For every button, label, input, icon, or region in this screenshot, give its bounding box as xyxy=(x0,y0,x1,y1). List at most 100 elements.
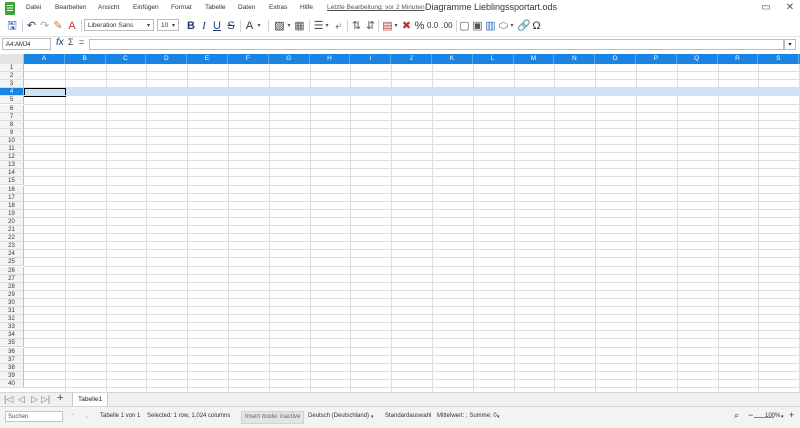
language-selector[interactable]: Deutsch (Deutschland) xyxy=(308,413,369,419)
column-header[interactable]: Q xyxy=(677,54,718,64)
sort-descending-icon[interactable]: ⇵ xyxy=(364,18,377,34)
column-header[interactable]: S xyxy=(758,54,800,64)
column-header[interactable]: I xyxy=(350,54,392,64)
menu-bearbeiten[interactable]: Bearbeiten xyxy=(55,4,86,11)
formula-equals-icon[interactable]: = xyxy=(79,37,84,47)
row-header[interactable]: 7 xyxy=(0,112,24,121)
font-name-select[interactable]: Liberation Sans ▾ xyxy=(84,19,154,31)
hyperlink-icon[interactable]: 🔗 xyxy=(517,18,531,34)
zoom-icon[interactable]: ⌕ xyxy=(734,410,739,421)
last-edit-link[interactable]: Letzte Bearbeitung: vor 2 Minuten xyxy=(327,4,425,11)
menu-tabelle[interactable]: Tabelle xyxy=(205,4,226,11)
italic-icon[interactable]: I xyxy=(198,18,210,34)
name-box[interactable]: A4:AMJ4 xyxy=(2,38,51,50)
previous-sheet-icon[interactable]: ◁ xyxy=(18,394,25,405)
remove-decimal-icon[interactable]: .00 xyxy=(440,18,454,34)
menu-einfuegen[interactable]: Einfügen xyxy=(133,4,159,11)
save-icon[interactable]: 🖫 xyxy=(5,18,19,34)
row-header[interactable]: 33 xyxy=(0,323,24,332)
background-color-icon[interactable]: ▨ xyxy=(273,18,286,34)
row-header[interactable]: 29 xyxy=(0,290,24,299)
row-header[interactable]: 13 xyxy=(0,161,24,170)
row-header[interactable]: 27 xyxy=(0,274,24,283)
search-up-icon[interactable]: ⌃ xyxy=(70,413,75,420)
row-header[interactable]: 38 xyxy=(0,363,24,372)
comment-icon[interactable]: ▢ xyxy=(458,18,471,34)
row-header[interactable]: 17 xyxy=(0,193,24,202)
first-sheet-icon[interactable]: |◁ xyxy=(4,394,13,405)
delete-rows-icon[interactable]: ✖ xyxy=(400,18,413,34)
column-header[interactable]: G xyxy=(269,54,310,64)
font-size-select[interactable]: 10 ▾ xyxy=(157,19,179,31)
column-header[interactable]: C xyxy=(106,54,147,64)
menu-daten[interactable]: Daten xyxy=(238,4,255,11)
row-header[interactable]: 2 xyxy=(0,72,24,81)
column-header[interactable]: E xyxy=(187,54,228,64)
column-header[interactable]: H xyxy=(310,54,351,64)
row-header[interactable]: 20 xyxy=(0,217,24,226)
menu-extras[interactable]: Extras xyxy=(269,4,287,11)
underline-icon[interactable]: U xyxy=(211,18,223,34)
row-header[interactable]: 34 xyxy=(0,331,24,340)
row-header[interactable]: 12 xyxy=(0,153,24,162)
search-input[interactable]: Suchen xyxy=(5,411,63,422)
strikethrough-icon[interactable]: S xyxy=(225,18,237,34)
row-header[interactable]: 22 xyxy=(0,234,24,243)
insert-mode-indicator[interactable]: Insert mode: inactive xyxy=(241,411,305,424)
font-color-dropdown-icon[interactable]: ▾ xyxy=(256,18,262,34)
borders-icon[interactable]: ▦ xyxy=(293,18,306,34)
zoom-dropdown-icon[interactable]: ▾ xyxy=(781,414,784,420)
spreadsheet-grid[interactable]: ABCDEFGHIJKLMNOPQRS 1 2 3 4 5 6 7 8 9 10 11 12 13 14 1… xyxy=(0,54,800,392)
row-header[interactable]: 5 xyxy=(0,96,24,105)
percent-format-icon[interactable]: % xyxy=(413,18,426,34)
zoom-out-icon[interactable]: − xyxy=(748,410,753,420)
menu-format[interactable]: Format xyxy=(171,4,192,11)
row-header[interactable]: 14 xyxy=(0,169,24,178)
clone-formatting-icon[interactable]: ✎ xyxy=(52,18,64,34)
row-header[interactable]: 3 xyxy=(0,80,24,89)
clear-formatting-icon[interactable]: A xyxy=(65,18,79,34)
column-header[interactable]: N xyxy=(554,54,596,64)
column-header[interactable]: D xyxy=(146,54,188,64)
row-header[interactable]: 21 xyxy=(0,226,24,235)
add-sheet-icon[interactable]: + xyxy=(57,392,63,404)
column-header[interactable]: P xyxy=(636,54,677,64)
column-header[interactable]: B xyxy=(65,54,106,64)
row-header[interactable]: 24 xyxy=(0,250,24,259)
column-header[interactable]: L xyxy=(473,54,514,64)
wrap-text-icon[interactable]: ⤶ xyxy=(332,18,345,34)
row-header[interactable]: 23 xyxy=(0,242,24,251)
select-all-corner[interactable] xyxy=(0,54,24,64)
row-header[interactable]: 11 xyxy=(0,145,24,154)
background-color-dropdown-icon[interactable]: ▾ xyxy=(286,18,292,34)
row-header[interactable]: 26 xyxy=(0,266,24,275)
row-header[interactable]: 39 xyxy=(0,371,24,380)
column-header[interactable]: F xyxy=(228,54,269,64)
row-header[interactable]: 31 xyxy=(0,307,24,316)
bold-icon[interactable]: B xyxy=(185,18,197,34)
column-header[interactable]: A xyxy=(24,54,65,64)
sum-icon[interactable]: Σ xyxy=(68,37,74,47)
column-header[interactable]: J xyxy=(391,54,432,64)
zoom-level[interactable]: 100% xyxy=(765,413,780,419)
row-header[interactable]: 37 xyxy=(0,355,24,364)
column-header[interactable]: K xyxy=(432,54,473,64)
selection-mode[interactable]: Standardauswahl xyxy=(385,413,431,419)
calc-app-icon[interactable] xyxy=(5,2,15,15)
shape-dropdown-icon[interactable]: ▾ xyxy=(509,18,515,34)
redo-icon[interactable]: ↷ xyxy=(38,18,51,34)
row-header[interactable]: 36 xyxy=(0,347,24,356)
expand-formula-icon[interactable]: ▾ xyxy=(784,39,796,50)
row-header[interactable]: 16 xyxy=(0,185,24,194)
menu-hilfe[interactable]: Hilfe xyxy=(300,4,313,11)
menu-datei[interactable]: Datei xyxy=(26,4,41,11)
special-character-icon[interactable]: Ω xyxy=(530,18,543,34)
column-header[interactable]: O xyxy=(595,54,636,64)
row-header[interactable]: 35 xyxy=(0,339,24,348)
row-header[interactable]: 40 xyxy=(0,379,24,388)
last-sheet-icon[interactable]: ▷| xyxy=(41,394,50,405)
formula-input[interactable] xyxy=(89,39,784,50)
column-header[interactable]: R xyxy=(718,54,759,64)
row-header[interactable]: 8 xyxy=(0,120,24,129)
insert-rows-dropdown-icon[interactable]: ▾ xyxy=(393,18,399,34)
